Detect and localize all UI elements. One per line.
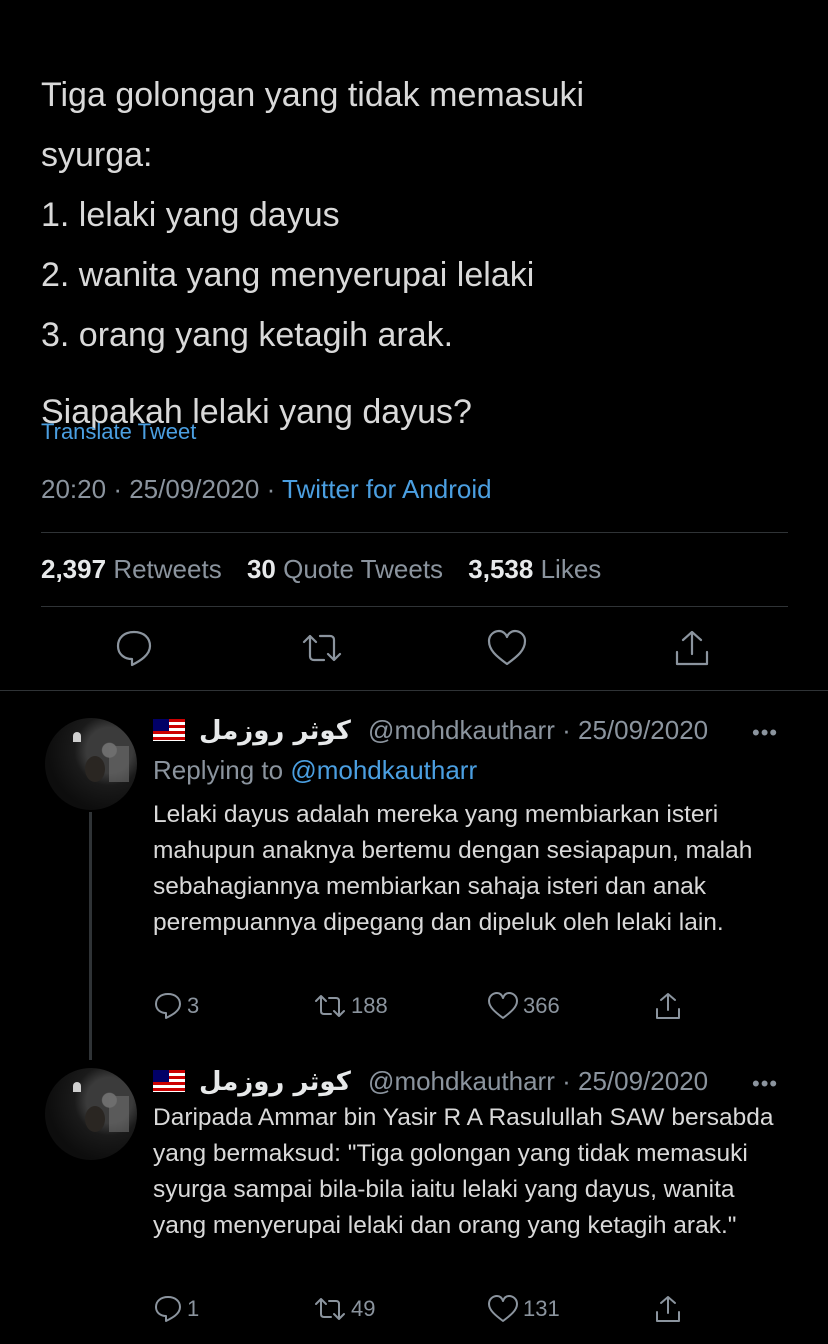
thread-line [89, 812, 92, 1060]
likes-label: Likes [540, 554, 602, 584]
header-separator: · [562, 715, 571, 745]
tweet-meta: 20:20 · 25/09/2020 · Twitter for Android [41, 474, 492, 505]
retweets-stat[interactable]: 2,397 Retweets [41, 554, 222, 584]
share-button[interactable] [653, 991, 683, 1021]
retweet-count: 188 [351, 993, 388, 1018]
retweet-button[interactable]: 49 [313, 1294, 375, 1324]
reply-button[interactable]: 1 [153, 1294, 199, 1324]
translate-tweet-link[interactable]: Translate Tweet [41, 419, 196, 445]
retweet-icon [315, 1298, 345, 1320]
likes-stat[interactable]: 3,538 Likes [468, 554, 601, 584]
reply-button[interactable]: 3 [153, 991, 199, 1021]
reply-count: 3 [187, 993, 200, 1018]
divider [41, 606, 788, 607]
meta-separator: · [113, 474, 122, 504]
reply-date[interactable]: 25/09/2020 [578, 1066, 708, 1096]
reply-actions: 1 49 131 [153, 1294, 713, 1328]
reply-icon [155, 993, 181, 1019]
share-button[interactable] [653, 1294, 683, 1324]
share-button[interactable] [672, 628, 712, 672]
retweet-count: 49 [351, 1296, 376, 1321]
like-count: 131 [523, 1296, 560, 1321]
reply-header: كوثر روزمل @mohdkautharr · 25/09/2020 [153, 715, 708, 746]
replying-to: Replying to @mohdkautharr [153, 755, 477, 786]
tweet-body: Tiga golongan yang tidak memasuki syurga… [41, 76, 585, 354]
retweet-button[interactable]: 188 [313, 991, 388, 1021]
more-options-icon[interactable]: ••• [752, 720, 778, 746]
avatar[interactable] [45, 1068, 137, 1160]
reply-count: 1 [187, 1296, 200, 1321]
retweet-button[interactable] [300, 628, 344, 672]
reply-date[interactable]: 25/09/2020 [578, 715, 708, 745]
like-button[interactable]: 131 [487, 1294, 560, 1324]
heart-icon [487, 629, 527, 666]
malaysia-flag-icon [153, 719, 185, 741]
reply-actions: 3 188 366 [153, 991, 713, 1025]
more-options-icon[interactable]: ••• [752, 1071, 778, 1097]
tweet-source-link[interactable]: Twitter for Android [282, 474, 492, 504]
quotes-count: 30 [246, 554, 276, 584]
quotes-label: Quote Tweets [283, 554, 444, 584]
reply-icon [155, 1296, 181, 1322]
display-name[interactable]: كوثر روزمل [199, 1067, 351, 1097]
replying-prefix: Replying to [153, 755, 284, 785]
retweet-icon [315, 995, 345, 1017]
reply-header: كوثر روزمل @mohdkautharr · 25/09/2020 [153, 1066, 708, 1097]
quotes-stat[interactable]: 30 Quote Tweets [247, 554, 443, 584]
display-name[interactable]: كوثر روزمل [199, 716, 351, 746]
like-count: 366 [523, 993, 560, 1018]
heart-icon [488, 1295, 518, 1322]
replying-handle-link[interactable]: @mohdkautharr [290, 755, 477, 785]
malaysia-flag-icon [153, 1070, 185, 1092]
tweet-time: 20:20 [41, 474, 107, 504]
user-handle[interactable]: @mohdkautharr [368, 1066, 555, 1096]
avatar[interactable] [45, 718, 137, 810]
user-handle[interactable]: @mohdkautharr [368, 715, 555, 745]
header-separator: · [562, 1066, 571, 1096]
meta-separator: · [266, 474, 276, 504]
divider [0, 690, 828, 691]
reply-icon [116, 630, 152, 667]
share-icon [675, 630, 709, 666]
retweets-count: 2,397 [41, 554, 107, 584]
share-icon [656, 1296, 680, 1322]
like-button[interactable]: 366 [487, 991, 560, 1021]
heart-icon [488, 992, 518, 1019]
reply-button[interactable] [114, 628, 154, 672]
likes-count: 3,538 [468, 554, 534, 584]
tweet-date: 25/09/2020 [129, 474, 260, 504]
share-icon [656, 993, 680, 1019]
retweets-label: Retweets [113, 554, 222, 584]
tweet-stats: 2,397 Retweets 30 Quote Tweets 3,538 Lik… [41, 554, 601, 585]
retweet-icon [302, 634, 342, 662]
reply-text: Daripada Ammar bin Yasir R A Rasulullah … [153, 1104, 774, 1239]
divider [41, 532, 788, 533]
like-button[interactable] [486, 628, 528, 672]
reply-text: Lelaki dayus adalah mereka yang membiark… [153, 801, 753, 936]
